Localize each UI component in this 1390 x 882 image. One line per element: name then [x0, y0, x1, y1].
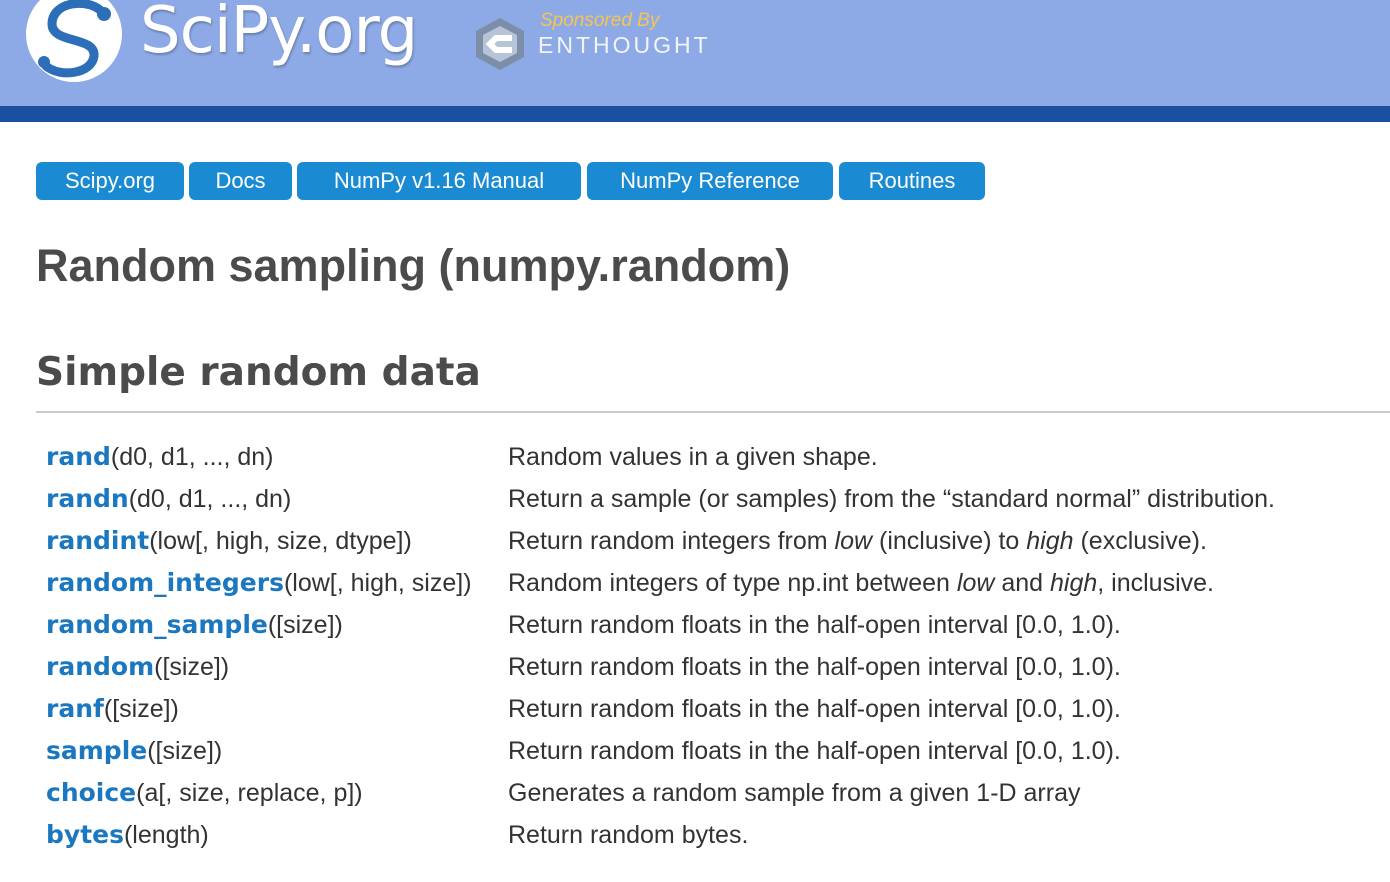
- function-signature: random_integers(low[, high, size]): [46, 562, 472, 604]
- description-text: and: [994, 569, 1051, 597]
- site-header: SciPy.org Sponsored By ENTHOUGHT: [0, 0, 1390, 106]
- description-emphasis: high: [1050, 569, 1098, 597]
- function-params: ([size]): [103, 695, 179, 723]
- description-text: Return random floats in the half-open in…: [508, 611, 1121, 639]
- function-params: ([size]): [267, 611, 343, 639]
- description-emphasis: high: [1026, 527, 1074, 555]
- breadcrumb-scipy-org[interactable]: Scipy.org: [36, 162, 184, 200]
- function-signature: ranf([size]): [46, 688, 179, 730]
- site-logo-text[interactable]: SciPy.org: [140, 0, 418, 68]
- function-signature: rand(d0, d1, ..., dn): [46, 436, 274, 478]
- sponsor-name[interactable]: ENTHOUGHT: [538, 32, 711, 59]
- function-signature: randint(low[, high, size, dtype]): [46, 520, 412, 562]
- section-title: Simple random data: [36, 350, 481, 395]
- function-signature: sample([size]): [46, 730, 222, 772]
- table-row: randn(d0, d1, ..., dn) Return a sample (o…: [0, 478, 1390, 520]
- function-params: ([size]): [147, 737, 223, 765]
- description-text: Return random floats in the half-open in…: [508, 653, 1121, 681]
- function-description: Return random floats in the half-open in…: [508, 688, 1121, 730]
- description-emphasis: low: [834, 527, 873, 555]
- scipy-logo-icon[interactable]: [22, 0, 126, 84]
- table-row: choice(a[, size, replace, p]) Generates a…: [0, 772, 1390, 814]
- function-description: Return a sample (or samples) from the “s…: [508, 478, 1275, 520]
- description-text: Return random integers from: [508, 527, 835, 555]
- function-description: Return random bytes.: [508, 814, 748, 856]
- function-signature: random_sample([size]): [46, 604, 343, 646]
- table-row: rand(d0, d1, ..., dn) Random values in a …: [0, 436, 1390, 478]
- description-text: Random values in a given shape.: [508, 443, 878, 471]
- description-text: Return random floats in the half-open in…: [508, 695, 1121, 723]
- function-link[interactable]: choice: [46, 778, 136, 807]
- description-text: Random integers of type np.int between: [508, 569, 957, 597]
- description-text: , inclusive.: [1097, 569, 1214, 597]
- breadcrumb-docs[interactable]: Docs: [189, 162, 292, 200]
- function-params: ([size]): [154, 653, 230, 681]
- function-params: (low[, high, size, dtype]): [149, 527, 412, 555]
- function-params: (length): [123, 821, 209, 849]
- table-row: random_sample([size]) Return random float…: [0, 604, 1390, 646]
- breadcrumb-routines[interactable]: Routines: [839, 162, 985, 200]
- function-params: (low[, high, size]): [283, 569, 472, 597]
- sponsor-label: Sponsored By: [540, 10, 660, 31]
- function-link[interactable]: randn: [46, 484, 129, 513]
- table-row: ranf([size]) Return random floats in the …: [0, 688, 1390, 730]
- function-params: (d0, d1, ..., dn): [128, 485, 292, 513]
- enthought-logo-icon[interactable]: [472, 16, 528, 72]
- function-link[interactable]: rand: [46, 442, 111, 471]
- description-emphasis: low: [956, 569, 995, 597]
- table-row: randint(low[, high, size, dtype]) Return …: [0, 520, 1390, 562]
- function-signature: bytes(length): [46, 814, 209, 856]
- function-description: Random values in a given shape.: [508, 436, 878, 478]
- function-link[interactable]: ranf: [46, 694, 104, 723]
- breadcrumb-numpy-reference[interactable]: NumPy Reference: [587, 162, 833, 200]
- breadcrumb-numpy-manual[interactable]: NumPy v1.16 Manual: [297, 162, 581, 200]
- function-description: Return random floats in the half-open in…: [508, 604, 1121, 646]
- description-text: (inclusive) to: [872, 527, 1027, 555]
- function-link[interactable]: randint: [46, 526, 149, 555]
- function-link[interactable]: random: [46, 652, 154, 681]
- header-stripe: [0, 106, 1390, 122]
- description-text: Generates a random sample from a given 1…: [508, 779, 1081, 807]
- function-link[interactable]: sample: [46, 736, 147, 765]
- function-signature: random([size]): [46, 646, 229, 688]
- table-row: sample([size]) Return random floats in th…: [0, 730, 1390, 772]
- description-text: Return a sample (or samples) from the “s…: [508, 485, 1275, 513]
- function-signature: randn(d0, d1, ..., dn): [46, 478, 291, 520]
- table-row: random_integers(low[, high, size]) Random…: [0, 562, 1390, 604]
- function-description: Generates a random sample from a given 1…: [508, 772, 1080, 814]
- description-text: Return random bytes.: [508, 821, 749, 849]
- function-description: Return random floats in the half-open in…: [508, 646, 1121, 688]
- table-row: bytes(length) Return random bytes.: [0, 814, 1390, 856]
- table-row: random([size]) Return random floats in th…: [0, 646, 1390, 688]
- function-link[interactable]: random_sample: [46, 610, 268, 639]
- function-description: Random integers of type np.int between l…: [508, 562, 1214, 604]
- function-params: (d0, d1, ..., dn): [110, 443, 274, 471]
- description-text: (exclusive).: [1073, 527, 1207, 555]
- page-title: Random sampling (numpy.random): [36, 240, 791, 291]
- function-params: (a[, size, replace, p]): [136, 779, 363, 807]
- function-link[interactable]: bytes: [46, 820, 124, 849]
- section-divider: [36, 411, 1390, 413]
- function-description: Return random integers from low (inclusi…: [508, 520, 1207, 562]
- function-description: Return random floats in the half-open in…: [508, 730, 1121, 772]
- function-signature: choice(a[, size, replace, p]): [46, 772, 363, 814]
- description-text: Return random floats in the half-open in…: [508, 737, 1121, 765]
- function-link[interactable]: random_integers: [46, 568, 284, 597]
